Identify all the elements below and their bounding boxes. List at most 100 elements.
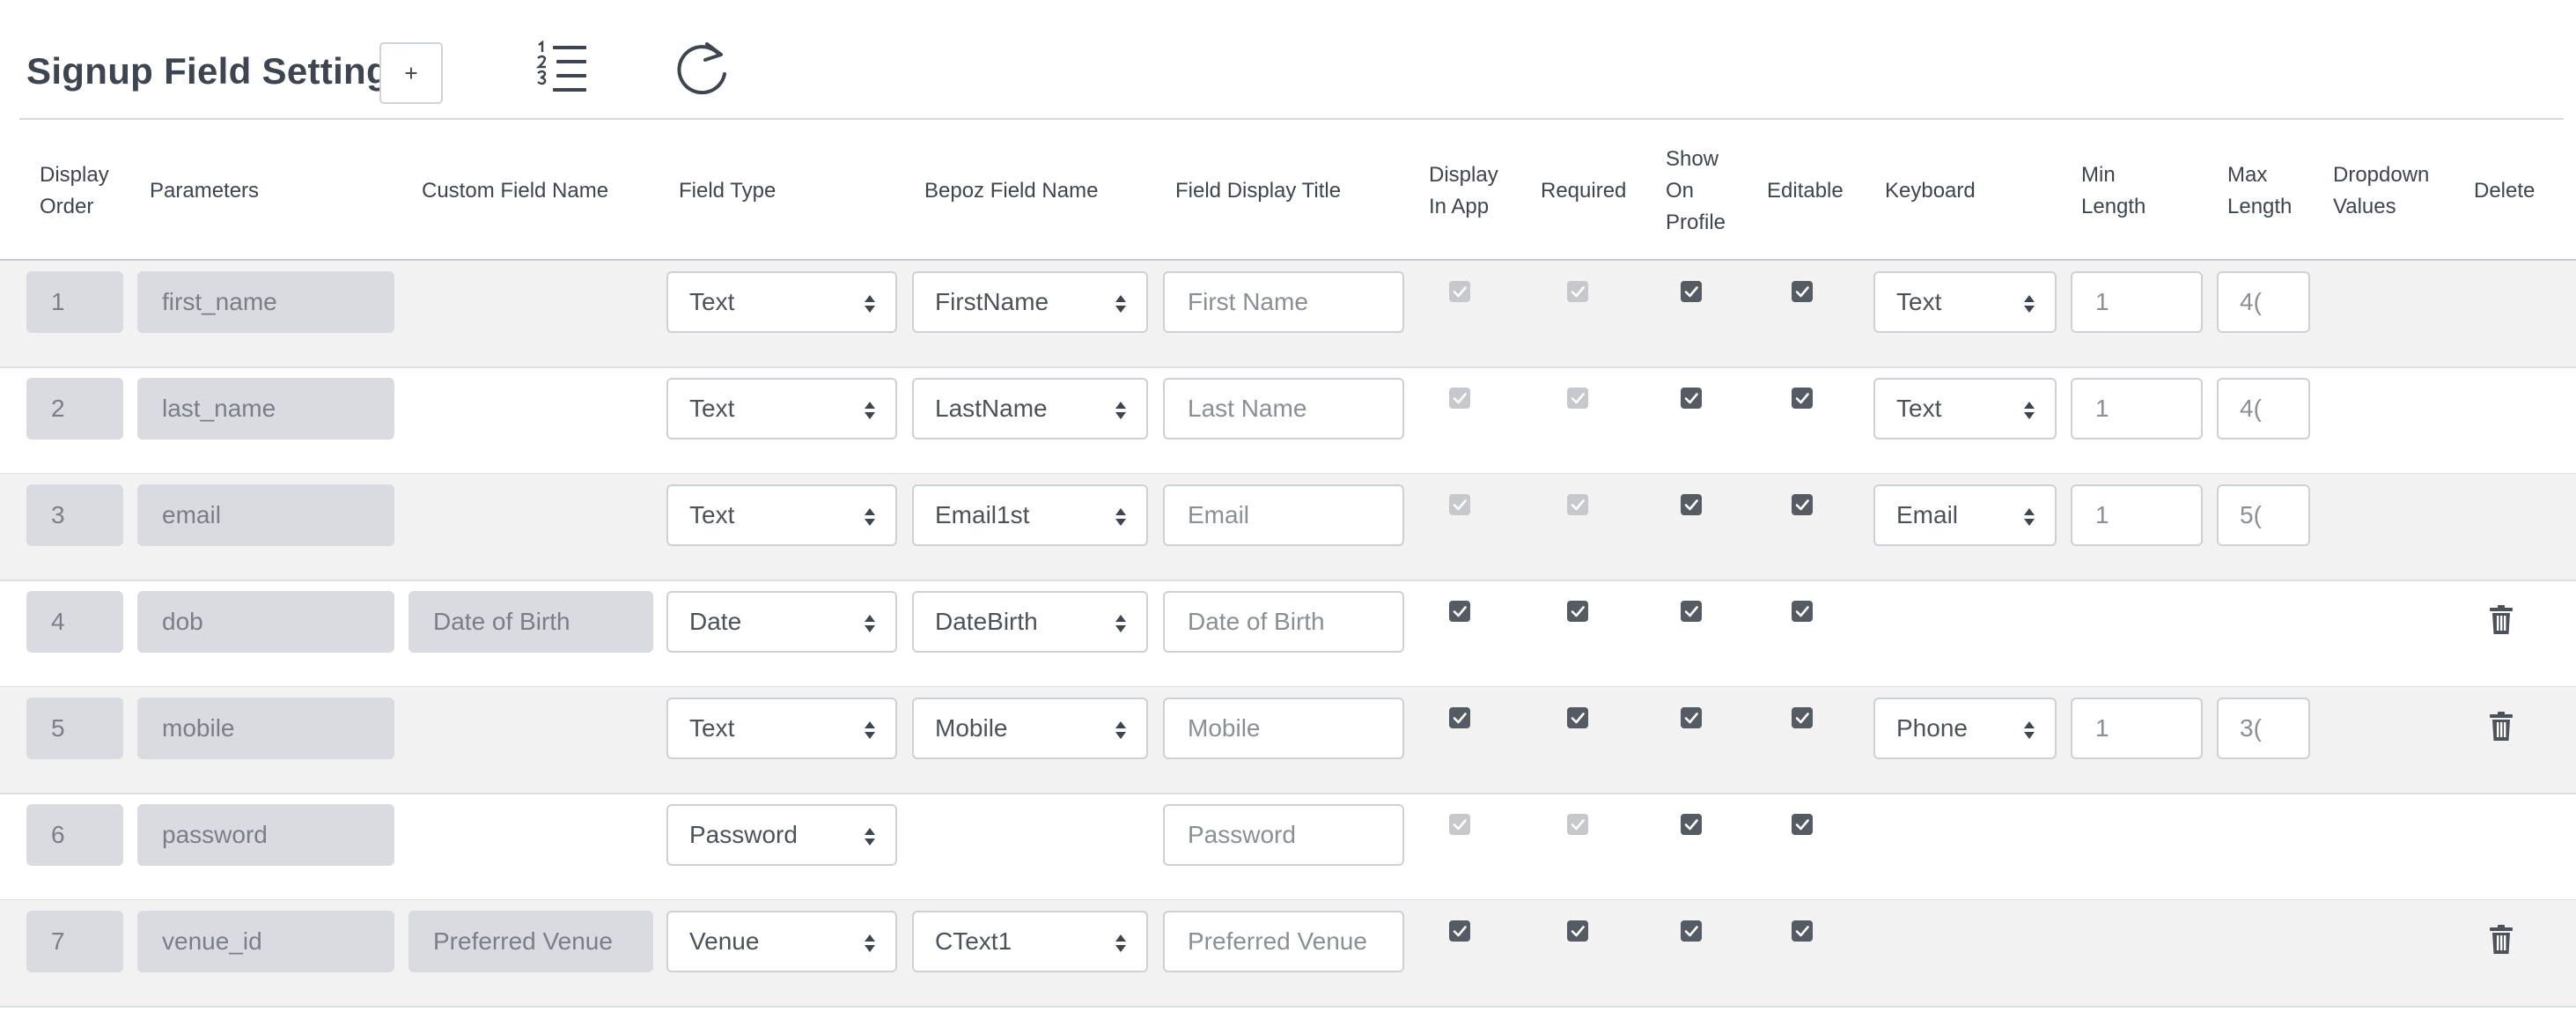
- min-length-input[interactable]: 1: [2071, 484, 2203, 546]
- select-arrows-icon: [1115, 721, 1126, 739]
- min-length-input[interactable]: 1: [2071, 271, 2203, 333]
- editable-checkbox[interactable]: [1792, 494, 1813, 515]
- editable-checkbox[interactable]: [1792, 814, 1813, 835]
- bepoz-field-name-value: Mobile: [935, 714, 1008, 742]
- bepoz-field-name-select[interactable]: LastName: [912, 378, 1148, 440]
- min-length-input[interactable]: 1: [2071, 698, 2203, 759]
- keyboard-select[interactable]: Text: [1873, 378, 2057, 440]
- keyboard-value: Email: [1896, 501, 1959, 528]
- display-in-app-checkbox: [1449, 281, 1470, 302]
- show-on-profile-checkbox[interactable]: [1681, 707, 1702, 728]
- display-order-value: 3: [51, 501, 65, 528]
- checkmark-icon: [1453, 713, 1467, 724]
- keyboard-select[interactable]: Text: [1873, 271, 2057, 333]
- display-order-field: 6: [26, 804, 123, 866]
- field-display-title-input[interactable]: Last Name: [1163, 378, 1404, 440]
- col-display-order: Display Order: [40, 163, 109, 218]
- col-delete: Delete: [2474, 179, 2536, 203]
- field-display-title-value: Last Name: [1188, 395, 1307, 422]
- required-checkbox[interactable]: [1567, 920, 1588, 942]
- field-type-select[interactable]: Text: [666, 378, 897, 440]
- checkmark-icon: [1795, 499, 1809, 511]
- field-display-title-input[interactable]: Mobile: [1163, 698, 1404, 759]
- custom-field-name-field: Preferred Venue: [408, 911, 653, 972]
- required-checkbox[interactable]: [1567, 707, 1588, 728]
- page-header: Signup Field Setting +: [26, 35, 726, 107]
- display-order-field: 1: [26, 271, 123, 333]
- field-display-title-input[interactable]: Preferred Venue: [1163, 911, 1404, 972]
- display-in-app-checkbox[interactable]: [1449, 920, 1470, 942]
- parameter-value: email: [162, 501, 221, 528]
- show-on-profile-checkbox[interactable]: [1681, 494, 1702, 515]
- editable-checkbox[interactable]: [1792, 920, 1813, 942]
- checkmark-icon: [1684, 819, 1698, 831]
- bepoz-field-name-select[interactable]: Mobile: [912, 698, 1148, 759]
- required-checkbox: [1567, 494, 1588, 515]
- field-type-select[interactable]: Venue: [666, 911, 897, 972]
- field-display-title-input[interactable]: Date of Birth: [1163, 591, 1404, 653]
- editable-checkbox[interactable]: [1792, 601, 1813, 622]
- field-type-value: Text: [689, 395, 735, 422]
- max-length-input[interactable]: 4(: [2217, 271, 2310, 333]
- show-on-profile-checkbox[interactable]: [1681, 601, 1702, 622]
- select-arrows-icon: [2024, 402, 2035, 419]
- field-type-value: Password: [689, 821, 798, 848]
- field-display-title-input[interactable]: Email: [1163, 484, 1404, 546]
- bepoz-field-name-value: DateBirth: [935, 608, 1038, 635]
- checkmark-icon: [1795, 606, 1809, 617]
- show-on-profile-checkbox[interactable]: [1681, 814, 1702, 835]
- col-min-length: Min Length: [2081, 163, 2146, 218]
- min-length-input[interactable]: 1: [2071, 378, 2203, 440]
- editable-checkbox[interactable]: [1792, 281, 1813, 302]
- max-length-input[interactable]: 5(: [2217, 484, 2310, 546]
- editable-checkbox[interactable]: [1792, 707, 1813, 728]
- checkmark-icon: [1571, 713, 1585, 724]
- checkmark-icon: [1453, 606, 1467, 617]
- bepoz-field-name-select[interactable]: FirstName: [912, 271, 1148, 333]
- max-length-input[interactable]: 4(: [2217, 378, 2310, 440]
- max-length-input[interactable]: 3(: [2217, 698, 2310, 759]
- show-on-profile-checkbox[interactable]: [1681, 388, 1702, 409]
- field-type-select[interactable]: Text: [666, 484, 897, 546]
- show-on-profile-checkbox[interactable]: [1681, 281, 1702, 302]
- display-order-value: 2: [51, 395, 65, 422]
- custom-field-name-field: Date of Birth: [408, 591, 653, 653]
- field-type-select[interactable]: Password: [666, 804, 897, 866]
- add-field-button[interactable]: +: [379, 42, 443, 104]
- display-in-app-checkbox[interactable]: [1449, 601, 1470, 622]
- select-arrows-icon: [2024, 295, 2035, 313]
- checkmark-icon: [1795, 286, 1809, 298]
- table-row: 7 venue_id Preferred Venue Venue CText1 Prefe…: [0, 900, 2576, 1008]
- select-arrows-icon: [865, 508, 875, 526]
- table-row: 1 first_name Text FirstName First Name Text 1 4…: [0, 261, 2576, 368]
- trash-icon[interactable]: [2490, 712, 2513, 742]
- field-display-title-input[interactable]: First Name: [1163, 271, 1404, 333]
- refresh-icon[interactable]: [673, 39, 730, 97]
- trash-icon[interactable]: [2490, 605, 2513, 635]
- parameter-field: venue_id: [137, 911, 394, 972]
- checkmark-icon: [1571, 606, 1585, 617]
- field-display-title-input[interactable]: Password: [1163, 804, 1404, 866]
- select-arrows-icon: [1115, 508, 1126, 526]
- table-row: 4 dob Date of Birth Date DateBirth Date of Bi…: [0, 580, 2576, 688]
- keyboard-select[interactable]: Phone: [1873, 698, 2057, 759]
- field-type-select[interactable]: Text: [666, 698, 897, 759]
- required-checkbox[interactable]: [1567, 601, 1588, 622]
- field-type-select[interactable]: Text: [666, 271, 897, 333]
- bepoz-field-name-select[interactable]: Email1st: [912, 484, 1148, 546]
- field-display-title-value: Email: [1188, 501, 1250, 528]
- display-in-app-checkbox[interactable]: [1449, 707, 1470, 728]
- editable-checkbox[interactable]: [1792, 388, 1813, 409]
- keyboard-select[interactable]: Email: [1873, 484, 2057, 546]
- bepoz-field-name-select[interactable]: DateBirth: [912, 591, 1148, 653]
- ordered-list-icon[interactable]: [535, 41, 588, 95]
- show-on-profile-checkbox[interactable]: [1681, 920, 1702, 942]
- select-arrows-icon: [865, 934, 875, 952]
- display-order-value: 5: [51, 714, 65, 742]
- bepoz-field-name-select[interactable]: CText1: [912, 911, 1148, 972]
- custom-field-name-value: Preferred Venue: [433, 927, 613, 955]
- trash-icon[interactable]: [2490, 925, 2513, 955]
- col-keyboard: Keyboard: [1885, 179, 1976, 203]
- table-header: Display Order Parameters Custom Field Nam…: [0, 123, 2576, 262]
- field-type-select[interactable]: Date: [666, 591, 897, 653]
